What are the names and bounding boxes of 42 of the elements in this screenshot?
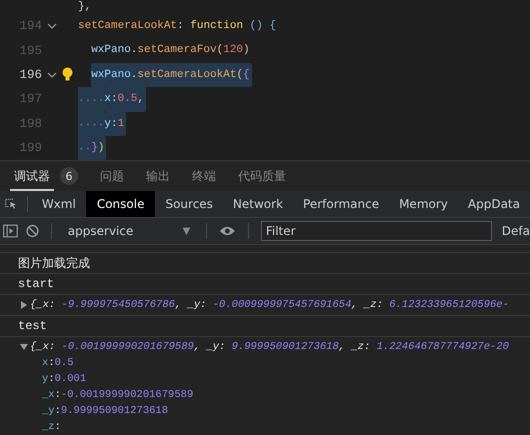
object-property: x:0.5	[42, 357, 74, 369]
panel-tab[interactable]: 代码质量	[234, 162, 290, 190]
panel-tab[interactable]: 输出	[142, 162, 174, 190]
line-number: 195	[18, 44, 42, 58]
filter-field[interactable]: Filter	[260, 221, 492, 241]
devtools-tab[interactable]: Network	[222, 191, 294, 217]
eye-icon[interactable]	[219, 225, 236, 237]
devtools-tab[interactable]: Memory	[389, 191, 458, 217]
log-levels-dropdown[interactable]: Defa	[502, 224, 530, 238]
line-number: 196	[18, 68, 42, 82]
panel-tab[interactable]: 问题	[96, 162, 128, 190]
collapsed-triangle-icon[interactable]	[20, 301, 28, 309]
devtools-tab[interactable]: Performance	[293, 191, 390, 217]
devtools-tab[interactable]: Wxml	[32, 191, 86, 217]
line-number: 198	[18, 116, 42, 131]
code-line: setCameraLookAt: function () {	[78, 19, 278, 34]
panel-tab[interactable]: 终端	[188, 162, 220, 190]
console-message: start	[18, 276, 56, 292]
count-badge: 6	[60, 167, 78, 185]
clear-console-icon[interactable]	[26, 224, 39, 238]
line-number: 199	[18, 141, 42, 156]
object-preview[interactable]: {_x: -0.001999990201679589, _y: 9.999950901273618, _z: 1.224646787774927e-20	[30, 341, 509, 353]
console-message: test	[18, 318, 48, 334]
lightbulb-icon[interactable]	[62, 67, 73, 82]
fold-chevron-icon[interactable]	[47, 23, 57, 30]
line-number: 197	[18, 92, 42, 106]
object-property: _z:	[42, 421, 61, 433]
devtools-tab[interactable]: AppData	[458, 191, 530, 217]
object-property: y:0.001	[42, 373, 86, 385]
code-line: },	[78, 0, 92, 14]
sidebar-toggle-icon[interactable]	[3, 224, 18, 238]
object-property: _y:9.999950901273618	[42, 405, 168, 417]
console-message: 图片加载完成	[18, 255, 91, 271]
object-property: _x:-0.001999990201679589	[42, 389, 194, 401]
object-preview[interactable]: {_x: -9.999975450576786, _y: -0.0009999975457691654, _z: 6.123233965120596e-	[30, 299, 509, 311]
devtools-tab[interactable]: Console	[86, 191, 156, 217]
devtools-tab[interactable]: Sources	[155, 191, 223, 217]
context-dropdown[interactable]: appservice ▼	[64, 224, 194, 238]
code-line: wxPano.setCameraFov(120)	[91, 43, 251, 58]
expanded-triangle-icon[interactable]	[20, 343, 28, 351]
line-number: 194	[18, 19, 42, 34]
fold-chevron-icon[interactable]	[47, 72, 57, 78]
